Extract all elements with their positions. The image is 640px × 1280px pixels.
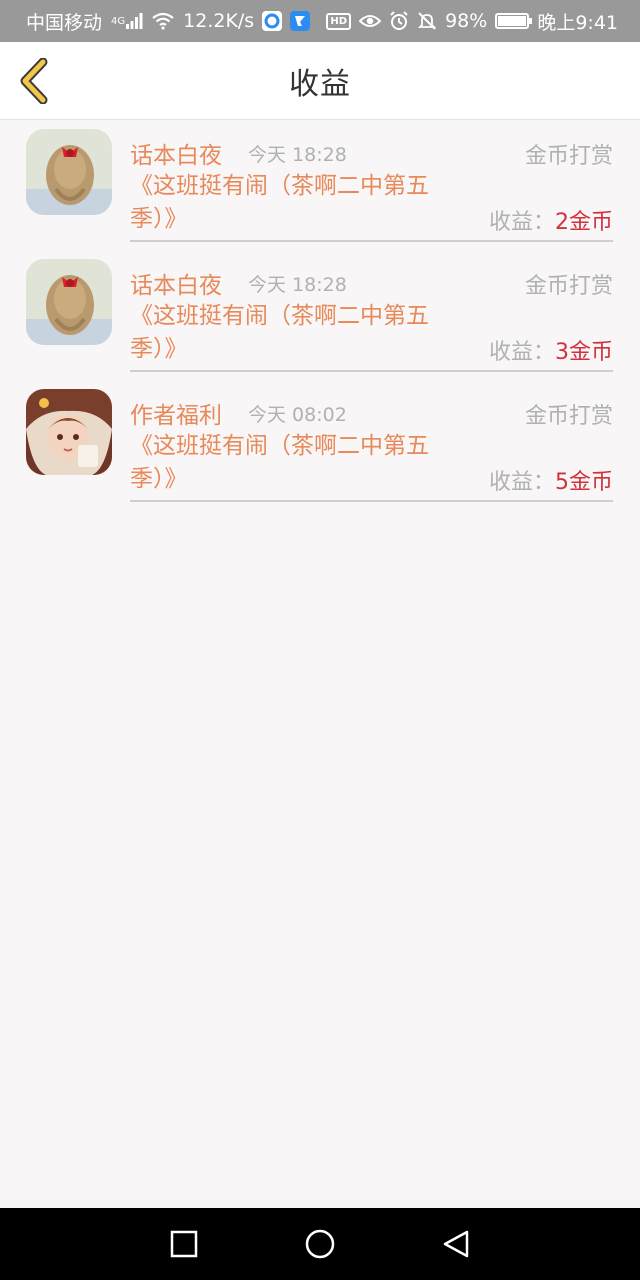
item-body: 话本白夜 今天 18:28 金币打赏 《这班挺有闹（茶啊二中第五季）》 收益：3…: [130, 250, 613, 372]
earnings-value: 5金币: [555, 470, 613, 495]
app-notification-icon-2: [290, 11, 311, 31]
list-item[interactable]: 作者福利 今天 08:02 金币打赏 《这班挺有闹（茶啊二中第五季）》 收益：5…: [0, 380, 640, 510]
recent-apps-button[interactable]: [116, 1208, 252, 1280]
hd-icon: HD: [326, 12, 352, 30]
wifi-icon: [151, 12, 175, 30]
earnings-label: 收益：: [488, 210, 555, 235]
network-speed: 12.2K/s: [183, 10, 255, 32]
battery-percent: 98%: [445, 10, 488, 32]
timestamp: 今天 18:28: [248, 274, 347, 296]
home-button[interactable]: [252, 1208, 388, 1280]
earning-type: 金币打赏: [524, 144, 613, 169]
book-title[interactable]: 《这班挺有闹（茶啊二中第五季）》: [130, 430, 470, 496]
app-notification-icon: [262, 11, 283, 31]
back-button[interactable]: [14, 56, 54, 106]
status-bar: 中国移动 4G 12.2K/s HD 98% 晚上9:41: [0, 0, 640, 42]
chevron-left-icon: [20, 58, 48, 104]
timestamp: 今天 08:02: [248, 404, 347, 426]
navigation-bar: [0, 1208, 640, 1280]
item-body: 作者福利 今天 08:02 金币打赏 《这班挺有闹（茶啊二中第五季）》 收益：5…: [130, 380, 613, 502]
earnings-label: 收益：: [488, 340, 555, 365]
signal-icon: 4G: [110, 13, 143, 29]
triangle-back-icon: [443, 1230, 469, 1258]
author-name: 话本白夜: [130, 273, 222, 299]
list-item[interactable]: 话本白夜 今天 18:28 金币打赏 《这班挺有闹（茶啊二中第五季）》 收益：3…: [0, 250, 640, 380]
earnings-list: 话本白夜 今天 18:28 金币打赏 《这班挺有闹（茶啊二中第五季）》 收益：2…: [0, 120, 640, 510]
earnings: 收益：5金币: [489, 464, 613, 496]
avatar[interactable]: [26, 389, 112, 475]
alarm-icon: [389, 11, 409, 31]
carrier-name: 中国移动: [26, 11, 103, 34]
book-title[interactable]: 《这班挺有闹（茶啊二中第五季）》: [130, 170, 470, 236]
earning-type: 金币打赏: [524, 274, 613, 299]
header: 收益: [0, 42, 640, 120]
earning-type: 金币打赏: [524, 404, 613, 429]
network-type: 4G: [111, 15, 126, 27]
page-title: 收益: [289, 66, 351, 102]
timestamp: 今天 18:28: [248, 144, 347, 166]
mute-bell-icon: [417, 11, 437, 31]
earnings-value: 2金币: [555, 210, 613, 235]
author-name: 话本白夜: [130, 143, 222, 169]
status-bar-right: HD 98% 晚上9:41: [326, 8, 618, 35]
earnings: 收益：2金币: [489, 204, 613, 236]
circle-icon: [305, 1229, 335, 1259]
item-body: 话本白夜 今天 18:28 金币打赏 《这班挺有闹（茶啊二中第五季）》 收益：2…: [130, 120, 613, 242]
eye-icon: [359, 13, 382, 29]
earnings-label: 收益：: [488, 470, 555, 495]
avatar[interactable]: [26, 129, 112, 215]
earnings: 收益：3金币: [489, 334, 613, 366]
square-icon: [170, 1230, 198, 1258]
book-title[interactable]: 《这班挺有闹（茶啊二中第五季）》: [130, 300, 470, 366]
battery-icon: [495, 13, 533, 29]
author-name: 作者福利: [130, 403, 222, 429]
avatar[interactable]: [26, 259, 112, 345]
back-nav-button[interactable]: [388, 1208, 524, 1280]
list-item[interactable]: 话本白夜 今天 18:28 金币打赏 《这班挺有闹（茶啊二中第五季）》 收益：2…: [0, 120, 640, 250]
clock: 晚上9:41: [537, 11, 618, 34]
status-bar-left: 中国移动 4G 12.2K/s: [26, 8, 311, 35]
earnings-value: 3金币: [555, 340, 613, 365]
